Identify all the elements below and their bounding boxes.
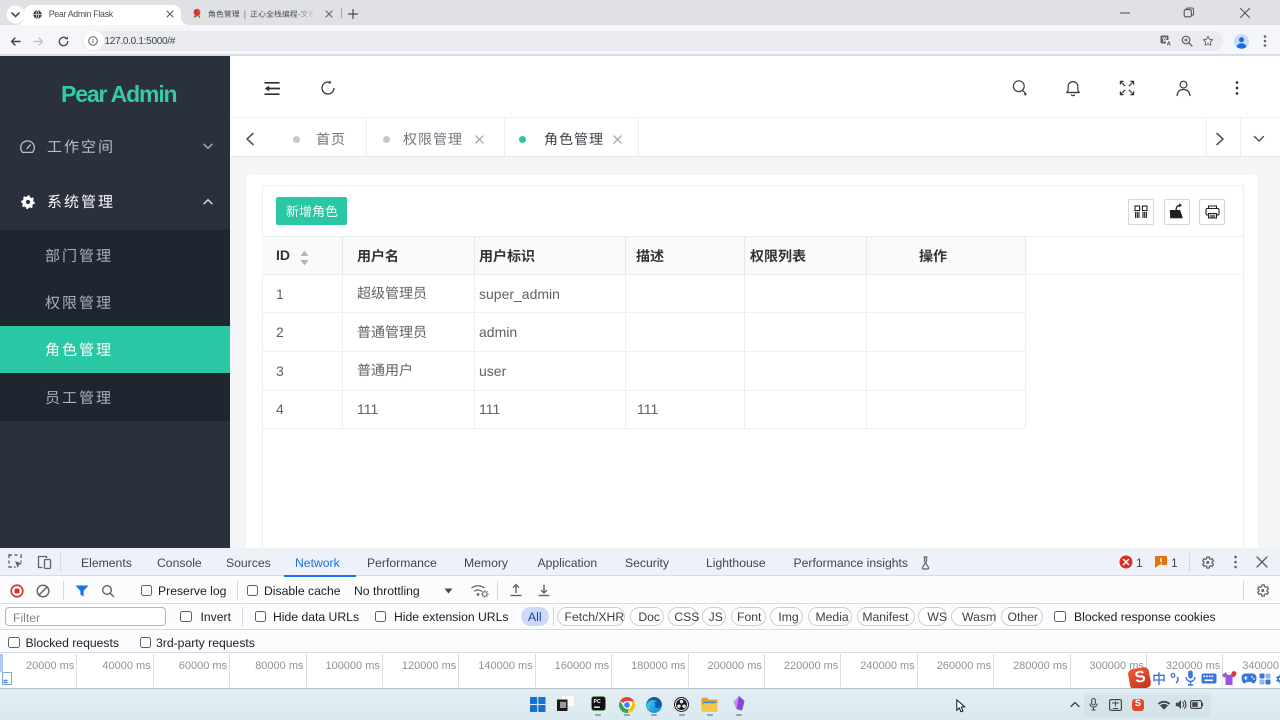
svg-text:PC: PC bbox=[594, 699, 601, 705]
